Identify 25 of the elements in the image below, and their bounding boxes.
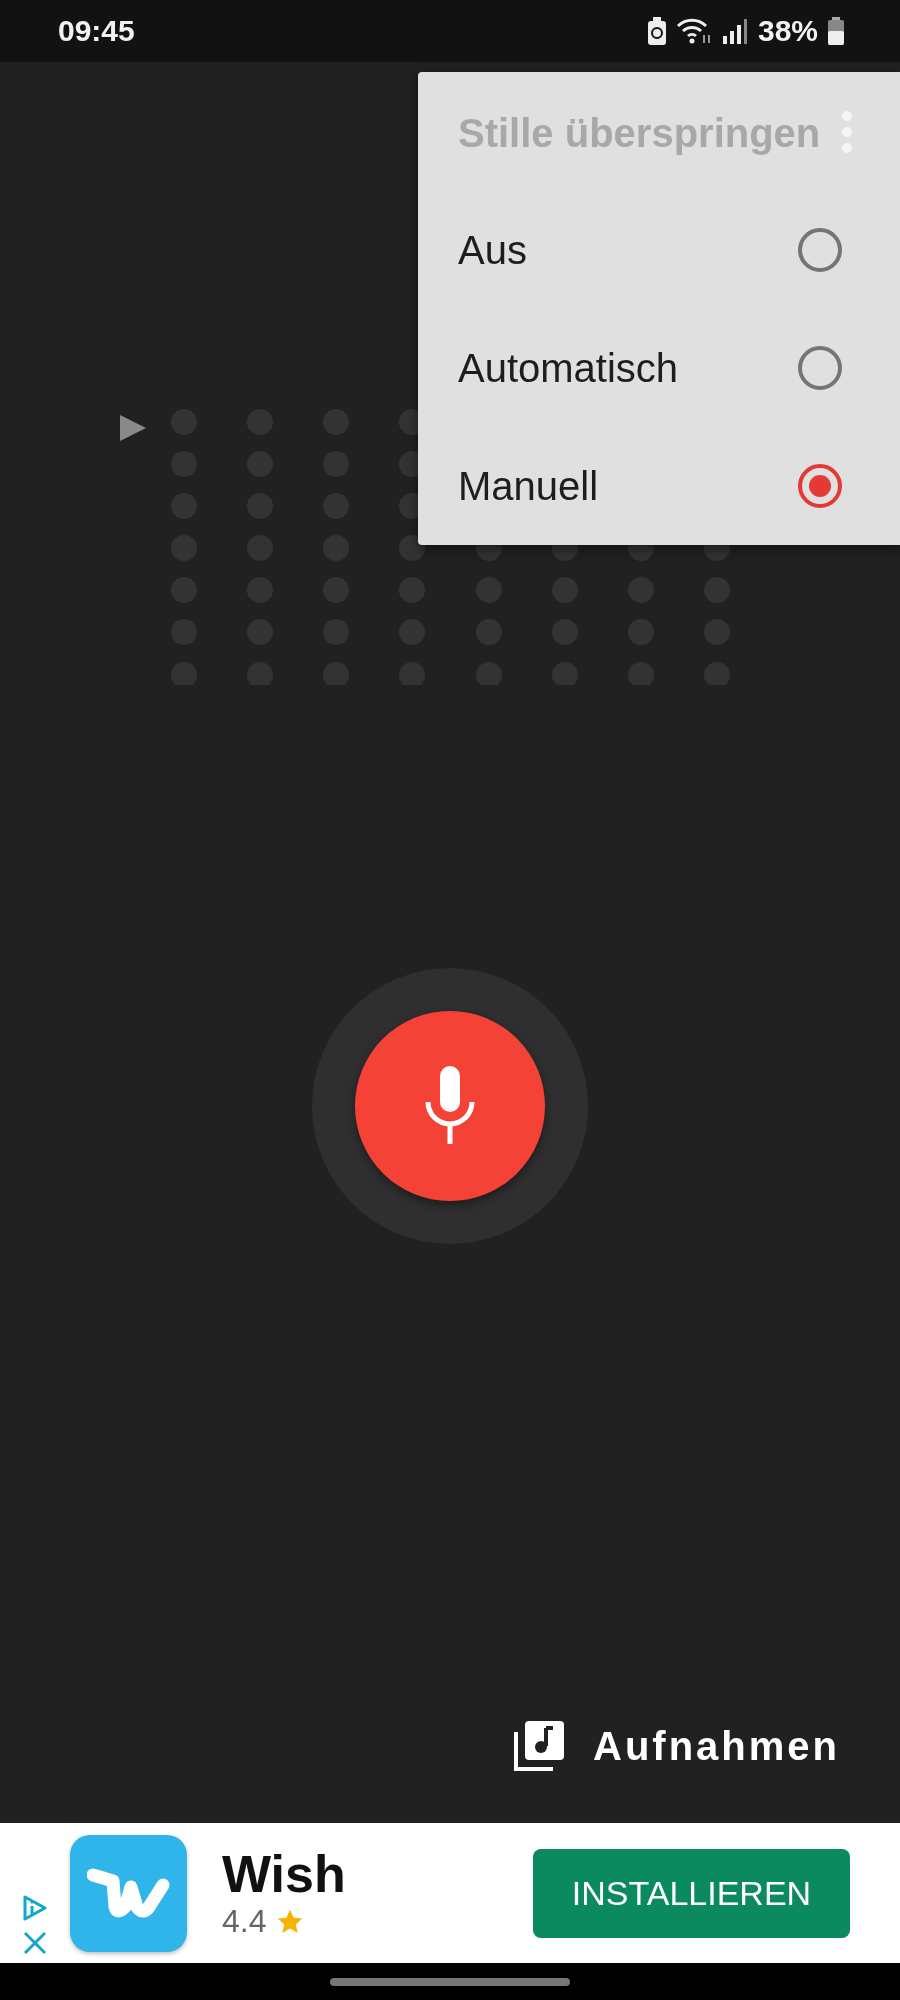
battery-percent: 38% <box>757 14 818 48</box>
menu-title: Stille überspringen <box>458 110 821 156</box>
option-label: Manuell <box>458 463 599 509</box>
menu-option[interactable]: Manuell <box>418 427 900 545</box>
option-label: Automatisch <box>458 345 679 391</box>
ad-info-icon[interactable] <box>22 1895 48 1921</box>
option-label: Aus <box>458 227 527 273</box>
signal-icon <box>721 18 748 44</box>
recordings-button[interactable]: Aufnahmen <box>513 1720 840 1772</box>
radio-button[interactable] <box>798 346 842 390</box>
install-button[interactable]: INSTALLIEREN <box>533 1848 850 1938</box>
home-indicator[interactable] <box>330 1977 570 1986</box>
music-library-icon <box>513 1720 565 1772</box>
app-name: Wish <box>222 1845 347 1904</box>
play-marker-icon <box>120 415 146 441</box>
battery-icon <box>828 17 844 45</box>
wifi-icon <box>675 17 712 45</box>
battery-saver-icon <box>647 17 666 45</box>
clock: 09:45 <box>58 14 136 48</box>
menu-option[interactable]: Aus <box>418 191 900 309</box>
radio-button[interactable] <box>798 228 842 272</box>
rating-value: 4.4 <box>222 1903 267 1941</box>
radio-button[interactable] <box>798 464 842 508</box>
menu-option[interactable]: Automatisch <box>418 309 900 427</box>
close-icon[interactable] <box>23 1931 47 1955</box>
